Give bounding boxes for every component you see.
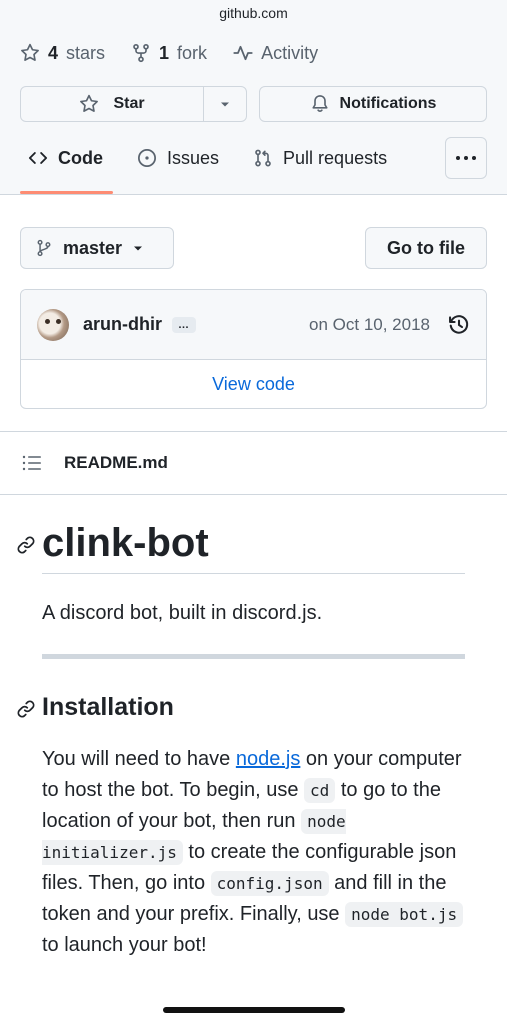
pull-request-icon xyxy=(255,149,271,167)
issue-icon xyxy=(138,149,156,167)
caret-down-icon xyxy=(134,246,143,251)
activity-link[interactable]: Activity xyxy=(233,43,318,64)
readme-content: clink-bot A discord bot, built in discor… xyxy=(0,495,507,961)
star-button[interactable]: Star xyxy=(21,87,204,121)
commit-message-toggle[interactable]: … xyxy=(172,316,196,333)
tab-pull-requests[interactable]: Pull requests xyxy=(253,122,387,194)
readme-title-text: clink-bot xyxy=(42,521,209,565)
history-icon[interactable] xyxy=(448,314,470,336)
tab-issues[interactable]: Issues xyxy=(137,122,219,194)
readme-description: A discord bot, built in discord.js. xyxy=(42,602,323,624)
go-to-file-button[interactable]: Go to file xyxy=(365,227,487,269)
go-to-file-label: Go to file xyxy=(387,237,465,258)
code-icon xyxy=(28,152,48,164)
url-text: github.com xyxy=(219,5,288,21)
action-buttons: Star Notifications xyxy=(0,80,507,122)
stars-label: stars xyxy=(66,42,106,63)
branch-icon xyxy=(37,239,51,257)
bell-icon xyxy=(311,95,328,112)
commit-summary: arun-dhir … on Oct 10, 2018 xyxy=(21,290,486,360)
stars-count: 4 xyxy=(48,42,59,63)
code-config: config.json xyxy=(210,871,329,896)
install-text-1: You will need to have xyxy=(42,748,236,770)
nodejs-link[interactable]: node.js xyxy=(236,748,301,770)
star-button-group: Star xyxy=(20,86,247,122)
activity-label: Activity xyxy=(261,42,319,63)
link-icon[interactable] xyxy=(16,535,36,555)
code-bot: node bot.js xyxy=(345,902,464,927)
forks-count: 1 xyxy=(159,42,170,63)
tab-code-label: Code xyxy=(58,147,103,168)
notifications-button[interactable]: Notifications xyxy=(259,86,487,122)
tab-code[interactable]: Code xyxy=(20,122,113,194)
code-cd: cd xyxy=(304,778,336,803)
notifications-label: Notifications xyxy=(339,95,437,112)
home-indicator[interactable] xyxy=(163,1007,345,1013)
view-code-label: View code xyxy=(212,373,295,394)
avatar[interactable] xyxy=(37,308,69,341)
forks-label: fork xyxy=(177,42,208,63)
tab-pull-requests-label: Pull requests xyxy=(283,147,388,168)
more-tabs-button[interactable] xyxy=(445,137,487,179)
list-icon[interactable] xyxy=(22,454,42,472)
readme-title: clink-bot xyxy=(17,519,465,574)
installation-paragraph: You will need to have node.js on your co… xyxy=(42,744,465,961)
forks-link[interactable]: 1 fork xyxy=(131,43,207,64)
pulse-icon xyxy=(233,45,253,61)
kebab-horizontal-icon xyxy=(456,156,476,160)
star-button-label: Star xyxy=(113,95,145,112)
latest-commit-box: arun-dhir … on Oct 10, 2018 View code xyxy=(20,289,487,409)
branch-name: master xyxy=(63,237,123,258)
star-list-dropdown[interactable] xyxy=(204,87,246,121)
view-code-link[interactable]: View code xyxy=(21,360,486,408)
star-icon xyxy=(80,94,99,112)
repo-header: 4 stars 1 fork Activity Star Notificatio… xyxy=(0,26,507,195)
readme-header: README.md xyxy=(0,431,507,495)
repo-meta: 4 stars 1 fork Activity xyxy=(0,26,507,80)
commit-date: on Oct 10, 2018 xyxy=(309,314,430,334)
star-icon xyxy=(21,43,39,61)
branch-selector[interactable]: master xyxy=(20,227,174,269)
install-text-6: to launch your bot! xyxy=(42,934,207,956)
link-icon[interactable] xyxy=(16,699,36,719)
tab-issues-label: Issues xyxy=(167,147,220,168)
repo-tabs: Code Issues Pull requests xyxy=(0,122,507,194)
caret-down-icon xyxy=(221,102,229,107)
url-bar[interactable]: github.com xyxy=(0,0,507,26)
installation-heading: Installation xyxy=(17,693,465,722)
branch-row: master Go to file xyxy=(0,195,507,269)
commit-author[interactable]: arun-dhir xyxy=(83,314,162,335)
installation-heading-text: Installation xyxy=(42,693,174,721)
readme-filename: README.md xyxy=(64,453,168,472)
fork-icon xyxy=(133,43,149,63)
stars-link[interactable]: 4 stars xyxy=(20,43,105,64)
divider xyxy=(42,654,465,659)
